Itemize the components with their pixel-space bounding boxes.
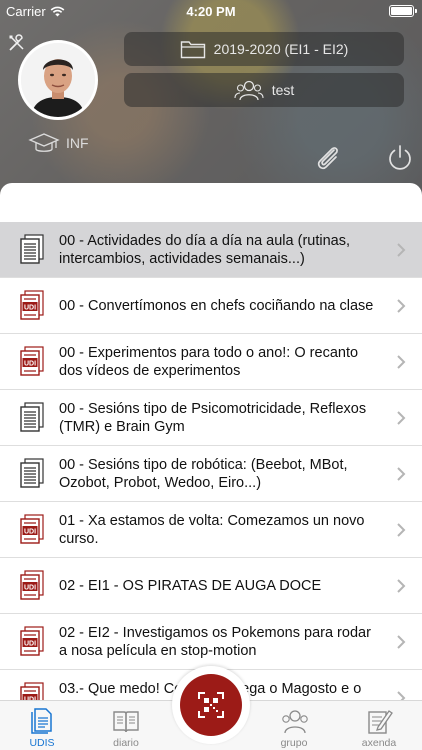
list-item[interactable]: UDI 00 - Convertímonos en chefs cociñand… [0, 278, 422, 334]
list-item-title: 00 - Sesións tipo de Psicomotricidade, R… [59, 400, 367, 435]
tab-udis[interactable]: UDIS [0, 701, 84, 750]
avatar[interactable] [18, 40, 98, 120]
list-item-title: 00 - Sesións tipo de robótica: (Beebot, … [59, 456, 348, 491]
list-item-title: 02 - EI1 - OS PIRATAS DE AUGA DOCE [59, 577, 322, 594]
svg-text:UDI: UDI [24, 529, 36, 536]
tab-diario-label: diario [113, 737, 139, 749]
chevron-right-icon [397, 355, 406, 369]
graduation-cap-icon [28, 133, 60, 152]
svg-text:UDI: UDI [24, 585, 36, 592]
people-icon [234, 80, 264, 101]
list-item[interactable]: 00 - Sesións tipo de Psicomotricidade, R… [0, 390, 422, 446]
school-year-label: 2019-2020 (EI1 - EI2) [213, 41, 349, 57]
avatar-photo [21, 43, 95, 117]
list-item[interactable]: 00 - Actividades do día a día na aula (r… [0, 222, 422, 278]
tab-axenda[interactable]: axenda [337, 701, 421, 750]
document-gray-icon [20, 458, 44, 488]
power-icon[interactable] [386, 143, 414, 173]
document-gray-icon [20, 402, 44, 432]
document-gray-icon [20, 234, 44, 264]
status-bar: Carrier 4:20 PM [0, 0, 422, 22]
chevron-right-icon [397, 243, 406, 257]
list-item[interactable]: UDI 00 - Experimentos para todo o ano!: … [0, 334, 422, 390]
group-label: test [271, 82, 295, 98]
udis-tab-icon [31, 708, 52, 734]
list-item-title: 00 - Experimentos para todo o ano!: O re… [59, 344, 359, 379]
chevron-right-icon [397, 467, 406, 481]
profile-header: Carrier 4:20 PM 2019-2020 (EI1 - EI2) te… [0, 0, 422, 200]
chevron-right-icon [397, 579, 406, 593]
udi-document-red-icon: UDI [20, 514, 44, 544]
tab-grupo[interactable]: grupo [252, 701, 336, 750]
battery-icon [389, 5, 417, 17]
udi-document-red-icon: UDI [20, 346, 44, 376]
chevron-right-icon [397, 635, 406, 649]
tab-grupo-label: grupo [280, 737, 308, 749]
list-item-title: 00 - Convertímonos en chefs cociñando na… [59, 297, 374, 314]
scan-qr-button[interactable] [180, 674, 242, 736]
list-item-title: 00 - Actividades do día a día na aula (r… [59, 232, 350, 267]
list-item-title: 01 - Xa estamos de volta: Comezamos un n… [59, 512, 365, 547]
svg-text:UDI: UDI [24, 305, 36, 312]
list-item[interactable]: 00 - Sesións tipo de robótica: (Beebot, … [0, 446, 422, 502]
group-selector[interactable]: test [124, 73, 404, 107]
units-sheet: 00 - Actividades do día a día na aula (r… [0, 183, 422, 703]
list-item[interactable]: UDI 01 - Xa estamos de volta: Comezamos … [0, 502, 422, 558]
tab-axenda-label: axenda [361, 737, 397, 749]
svg-text:UDI: UDI [24, 361, 36, 368]
udi-document-red-icon: UDI [20, 626, 44, 656]
udi-document-red-icon: UDI [20, 570, 44, 600]
level-indicator: INF [28, 132, 89, 154]
units-list: 00 - Actividades do día a día na aula (r… [0, 222, 422, 703]
level-label: INF [66, 135, 89, 151]
qr-scan-icon [198, 692, 224, 718]
tab-udis-label: UDIS [29, 737, 55, 749]
paperclip-icon[interactable] [314, 144, 344, 172]
chevron-right-icon [397, 523, 406, 537]
list-item[interactable]: UDI 02 - EI1 - OS PIRATAS DE AUGA DOCE [0, 558, 422, 614]
udi-document-red-icon: UDI [20, 290, 44, 320]
svg-text:UDI: UDI [24, 641, 36, 648]
chevron-right-icon [397, 299, 406, 313]
chevron-right-icon [397, 411, 406, 425]
tab-diario[interactable]: diario [84, 701, 168, 750]
tools-icon[interactable] [8, 34, 26, 52]
book-icon [113, 711, 139, 733]
list-item-title: 02 - EI2 - Investigamos os Pokemons para… [59, 624, 371, 659]
list-item[interactable]: UDI 02 - EI2 - Investigamos os Pokemons … [0, 614, 422, 670]
clock: 4:20 PM [186, 4, 236, 19]
people-icon [282, 710, 308, 734]
notebook-pencil-icon [368, 710, 393, 734]
school-year-selector[interactable]: 2019-2020 (EI1 - EI2) [124, 32, 404, 66]
folder-icon [180, 41, 205, 59]
